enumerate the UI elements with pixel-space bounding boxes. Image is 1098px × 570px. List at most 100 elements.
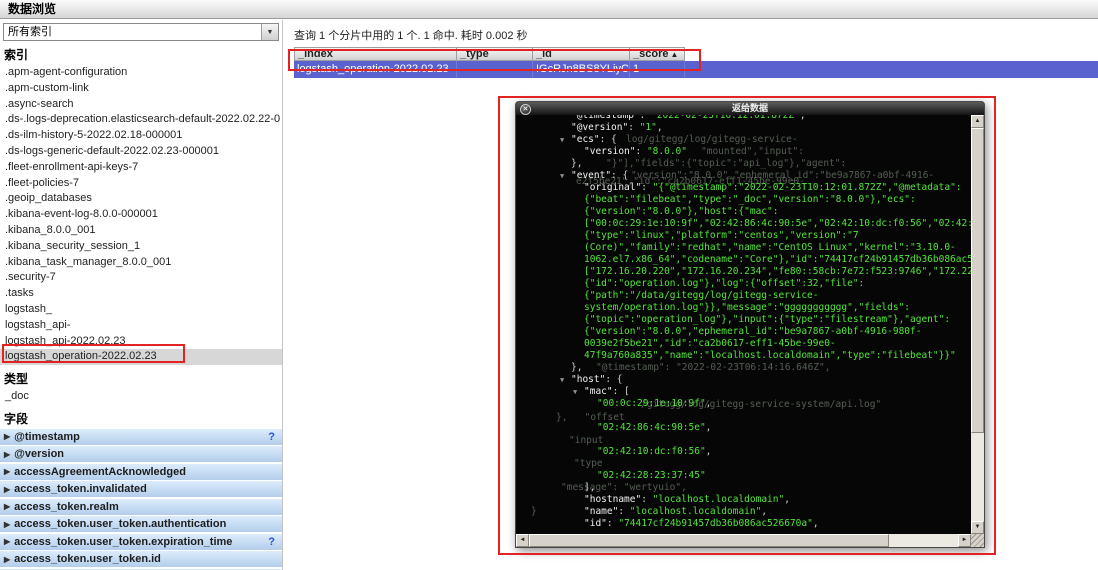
collapse-toggle-icon[interactable]: ▼ [560,374,571,386]
index-filter-value: 所有索引 [8,26,52,38]
close-icon[interactable]: ✕ [520,104,531,115]
collapse-toggle-icon[interactable]: ▼ [560,134,571,146]
result-cell: IGcRJn8BS8YLiyCWL1ec [533,61,630,78]
field-item[interactable]: ▶ access_token.invalidated [0,481,282,498]
type-item[interactable]: _doc [0,389,282,405]
field-item[interactable]: ▶ @version [0,446,282,463]
chevron-down-icon[interactable]: ▼ [261,24,278,40]
json-line: {"topic":"operation_log"},"input":{"type… [584,314,951,325]
horizontal-scroll-thumb[interactable] [529,534,889,547]
scroll-up-icon[interactable]: ▲ [971,115,984,128]
index-item[interactable]: .kibana_security_session_1 [0,239,282,255]
index-item[interactable]: .kibana_8.0.0_001 [0,223,282,239]
field-help-icon[interactable]: ? [268,431,275,443]
expand-icon: ▶ [4,484,11,494]
field-label: access_token.realm [14,500,119,513]
expand-icon: ▶ [4,467,11,477]
sort-asc-icon: ▲ [670,50,679,59]
json-line: 47f9a760a835","name":"localhost.localdom… [584,350,956,361]
index-item[interactable]: .tasks [0,286,282,302]
results-table: _index _type _id _score ▲ logstash_operation… [294,47,1098,78]
field-label: access_token.user_token.authentication [14,518,227,531]
json-line: "version": "8.0.0" [584,146,687,157]
table-row-selected[interactable]: logstash_operation-2022.02.23 IGcRJn8BS8Y… [294,61,1098,78]
json-line: "02:42:28:23:37:45" [597,470,706,481]
json-line: "name": "localhost.localdomain", [584,506,768,517]
vertical-scrollbar[interactable]: ▲ ▼ [971,115,984,534]
index-item[interactable]: logstash_ [0,302,282,318]
resize-grip[interactable] [971,534,984,547]
field-label: @version [14,448,65,461]
index-item[interactable]: .fleet-policies-7 [0,176,282,192]
scroll-down-icon[interactable]: ▼ [971,521,984,534]
column-header-score[interactable]: _score ▲ [630,47,685,61]
expand-icon: ▶ [4,502,11,512]
index-item[interactable]: .async-search [0,97,282,113]
index-filter-select[interactable]: 所有索引 ▼ [3,23,279,41]
index-item[interactable]: .apm-agent-configuration [0,65,282,81]
field-item[interactable]: ▶ access_token.user_token.id [0,551,282,568]
json-line: ▼ "event": { [560,170,629,182]
index-item[interactable]: logstash_api- [0,318,282,334]
json-line: {"type":"linux","platform":"centos","ver… [584,230,859,241]
column-header-id[interactable]: _id [533,47,630,61]
result-cell [457,61,533,78]
json-line: {"version":"8.0.0"},"host":{"mac": [584,206,779,217]
index-item[interactable]: .apm-custom-link [0,81,282,97]
index-item[interactable]: .fleet-enrollment-api-keys-7 [0,160,282,176]
scroll-left-icon[interactable]: ◄ [516,534,529,547]
index-item[interactable]: .kibana_task_manager_8.0.0_001 [0,255,282,271]
section-heading-type: 类型 [4,372,29,387]
json-line: "original": "{"@timestamp":"2022-02-23T1… [584,182,962,193]
field-label: accessAgreementAcknowledged [14,465,186,478]
json-line: {"beat":"filebeat","type":"_doc","versio… [584,194,916,205]
expand-icon: ▶ [4,432,11,442]
section-heading-index: 索引 [4,48,29,62]
json-line: }, [571,158,583,169]
json-line: 1062.el7.x86_64","codename":"Core"},"id"… [584,254,971,265]
field-item[interactable]: ▶ access_token.realm [0,498,282,515]
expand-icon: ▶ [4,519,11,529]
index-item[interactable]: .ds-logs-generic-default-2022.02.23-0000… [0,144,282,160]
index-item[interactable]: .geoip_databases [0,191,282,207]
json-line: 0039e2f5be21","id":"ca2b0617-eff1-45be-9… [584,338,836,349]
field-label: access_token.user_token.expiration_time [14,535,233,548]
index-item[interactable]: .kibana-event-log-8.0.0-000001 [0,207,282,223]
field-item[interactable]: ▶ access_token.user_token.expiration_time… [0,533,282,550]
dialog-title: 返给数据 [516,102,984,115]
index-item[interactable]: .ds-.logs-deprecation.elasticsearch-defa… [0,112,282,128]
expand-icon: ▶ [4,537,11,547]
json-line: ▼ "ecs": { [560,134,617,146]
json-line: (Core)","family":"redhat","name":"CentOS… [584,242,956,253]
query-status-text: 查询 1 个分片中用的 1 个. 1 命中. 耗时 0.002 秒 [294,30,528,42]
index-item[interactable]: logstash_operation-2022.02.23 [0,349,282,366]
index-item[interactable]: logstash_api-2022.02.23 [0,334,282,350]
scroll-right-icon[interactable]: ► [958,534,971,547]
returned-data-dialog: 返给数据 ✕ "@timestamp": "2022-02-23T10:12:0… [515,101,985,548]
vertical-scroll-thumb[interactable] [971,128,984,433]
field-item[interactable]: ▶ access_token.user_token.authentication [0,516,282,533]
collapse-toggle-icon[interactable]: ▼ [573,386,584,398]
column-header-type[interactable]: _type [457,47,533,61]
index-list: .apm-agent-configuration .apm-custom-link… [0,65,282,366]
json-line: "hostname": "localhost.localdomain", [584,494,790,505]
page-title: 数据浏览 [0,0,1098,19]
field-item[interactable]: ▶ accessAgreementAcknowledged [0,463,282,480]
expand-icon: ▶ [4,449,11,459]
index-item[interactable]: .security-7 [0,270,282,286]
horizontal-scrollbar[interactable]: ◄ ► [516,534,971,547]
json-line: ], [584,482,596,493]
field-help-icon[interactable]: ? [268,536,275,548]
field-label: @timestamp [14,430,80,443]
collapse-toggle-icon[interactable]: ▼ [560,170,571,182]
json-line: {"path":"/data/gitegg/log/gitegg-service… [584,290,819,301]
field-item[interactable]: ▶ @timestamp? [0,428,282,445]
json-line: ["172.16.20.220","172.16.20.234","fe80::… [584,266,971,277]
section-heading-fields: 字段 [4,411,29,426]
column-header-index[interactable]: _index [294,47,457,61]
sidebar: 所有索引 ▼ 索引 .apm-agent-configuration .apm-c… [0,20,283,570]
json-line: ["00:0c:29:1e:10:9f","02:42:86:4c:90:5e"… [584,218,971,229]
expand-icon: ▶ [4,554,11,564]
json-line: {"id":"operation.log"},"log":{"offset":3… [584,278,865,289]
index-item[interactable]: .ds-ilm-history-5-2022.02.18-000001 [0,128,282,144]
